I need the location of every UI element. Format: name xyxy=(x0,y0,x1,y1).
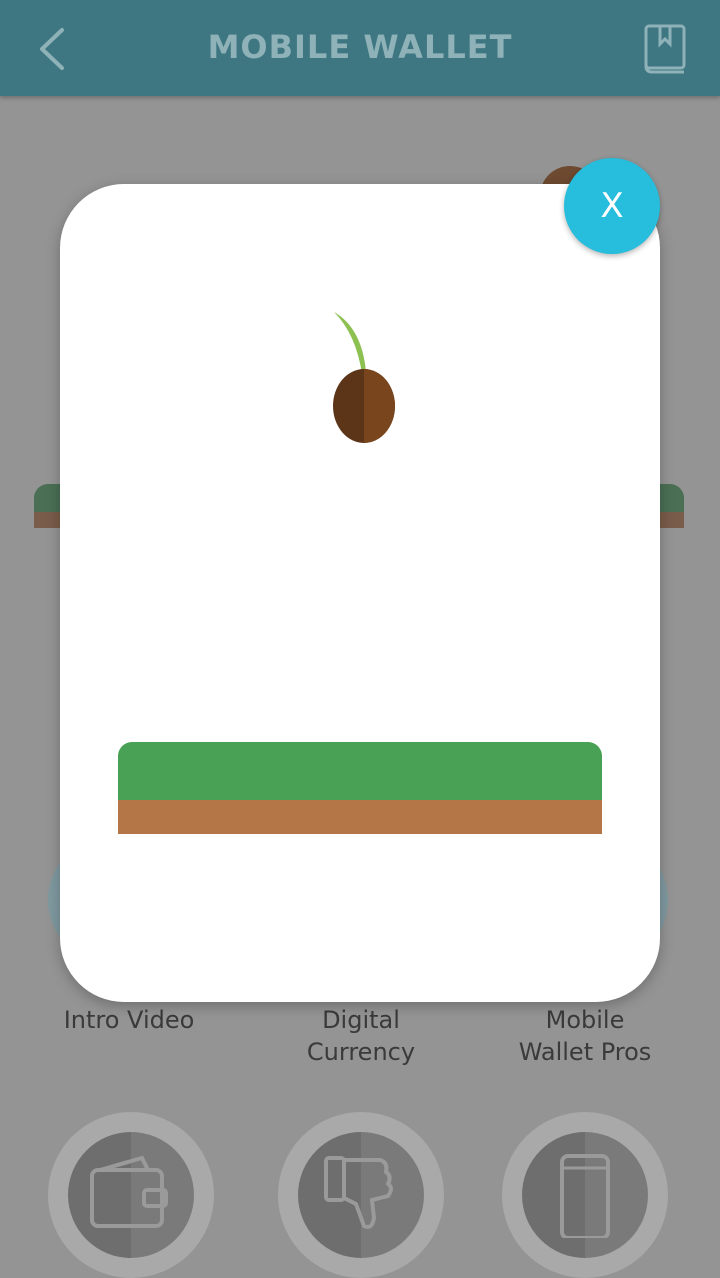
close-label: X xyxy=(600,186,624,226)
book-bookmark-icon[interactable] xyxy=(640,22,688,76)
cons-menu-button[interactable] xyxy=(278,1112,444,1278)
menu-label-digital-currency[interactable]: Digital Currency xyxy=(266,1004,456,1068)
ground-illustration xyxy=(118,742,602,834)
sprouting-seed-icon xyxy=(333,312,395,443)
grass-layer xyxy=(118,742,602,800)
page-title: MOBILE WALLET xyxy=(207,28,513,66)
wallet-menu-button[interactable] xyxy=(48,1112,214,1278)
menu-label-intro-video[interactable]: Intro Video xyxy=(34,1004,224,1036)
thumbs-down-icon xyxy=(324,1156,393,1229)
wallet-icon xyxy=(90,1155,168,1228)
phone-icon xyxy=(560,1154,610,1238)
soil-layer xyxy=(118,800,602,834)
growth-modal xyxy=(60,184,660,1002)
app-header: MOBILE WALLET xyxy=(0,0,720,96)
close-button[interactable]: X xyxy=(564,158,660,254)
menu-label-mobile-wallet-pros[interactable]: Mobile Wallet Pros xyxy=(490,1004,680,1068)
phone-menu-button[interactable] xyxy=(502,1112,668,1278)
